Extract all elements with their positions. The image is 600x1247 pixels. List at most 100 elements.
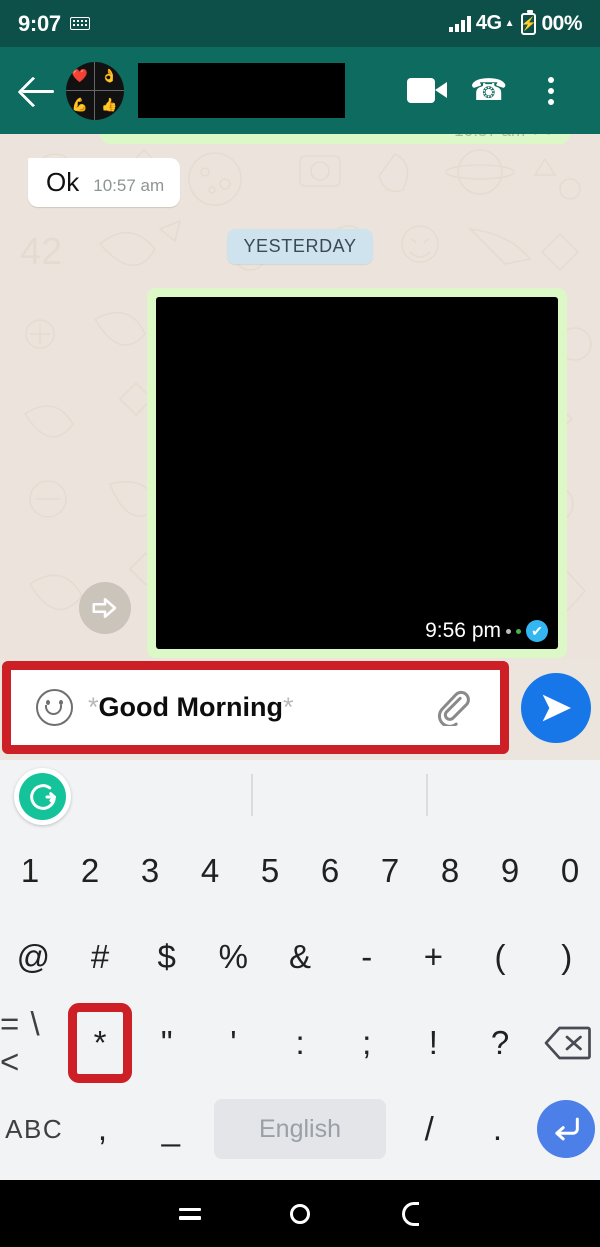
android-navigation-bar <box>0 1180 600 1247</box>
data-transfer-icon: ▲ <box>504 18 515 29</box>
key-9[interactable]: 9 <box>480 828 540 914</box>
contact-name-redacted[interactable] <box>138 63 345 118</box>
date-divider: YESTERDAY <box>0 229 600 264</box>
avatar-quadrant-1: ❤️ <box>66 61 95 91</box>
key-enter[interactable] <box>532 1086 600 1172</box>
key-comma[interactable]: , <box>68 1086 136 1172</box>
key-hyphen[interactable]: - <box>333 914 400 1000</box>
key-8[interactable]: 8 <box>420 828 480 914</box>
keyboard-symbol-row-1: @ # $ % & - + ( ) <box>0 914 600 1000</box>
message-input-text[interactable]: *Good Morning* <box>88 692 293 723</box>
chat-app-bar: ❤️ 👌 💪 👍 ☎ <box>0 47 600 134</box>
back-arrow-icon[interactable] <box>18 70 60 112</box>
attach-button[interactable] <box>434 688 472 728</box>
message-timestamp: 10:57 am <box>93 176 165 195</box>
key-hash[interactable]: # <box>67 914 134 1000</box>
enter-key-button[interactable] <box>536 1100 595 1158</box>
grammarly-icon <box>19 773 66 820</box>
grammarly-button[interactable] <box>14 768 71 825</box>
avatar-quadrant-3: 💪 <box>66 90 95 120</box>
date-divider-label: YESTERDAY <box>227 229 373 264</box>
chat-message-area[interactable]: 42 Ok 10:57 am YESTERDAY 9:56 pm ✔ <box>0 134 600 659</box>
message-text: Ok <box>46 167 80 197</box>
key-single-quote[interactable]: ' <box>200 1000 267 1086</box>
outgoing-image-message[interactable]: 9:56 pm ✔ <box>147 288 567 658</box>
key-at[interactable]: @ <box>0 914 67 1000</box>
video-call-icon <box>407 78 447 103</box>
asterisk-prefix: * <box>88 691 99 722</box>
keyboard-icon <box>69 17 90 30</box>
image-thumbnail[interactable]: 9:56 pm ✔ <box>156 297 558 649</box>
on-screen-keyboard[interactable]: 1 2 3 4 5 6 7 8 9 0 @ # $ % & - + ( ) = … <box>0 760 600 1180</box>
key-left-paren[interactable]: ( <box>467 914 534 1000</box>
network-type-label: 4G <box>475 12 502 34</box>
nav-back-icon <box>401 1201 419 1226</box>
more-options-icon <box>548 76 554 105</box>
status-bar-clock: 9:07 <box>18 10 61 36</box>
backspace-icon <box>544 1026 591 1060</box>
message-timestamp: 10:57 am <box>454 134 525 141</box>
key-6[interactable]: 6 <box>300 828 360 914</box>
key-asterisk[interactable]: * <box>67 1000 134 1086</box>
status-dot-1 <box>506 628 511 634</box>
key-colon[interactable]: : <box>267 1000 334 1086</box>
recents-icon <box>179 1207 201 1220</box>
key-percent[interactable]: % <box>200 914 267 1000</box>
status-dot-2 <box>516 628 521 634</box>
avatar-quadrant-4: 👍 <box>101 97 118 112</box>
key-exclamation[interactable]: ! <box>400 1000 467 1086</box>
emoji-icon[interactable] <box>36 688 73 726</box>
key-3[interactable]: 3 <box>120 828 180 914</box>
forward-arrow-icon <box>92 598 117 618</box>
forward-message-button[interactable] <box>79 582 131 634</box>
key-abc[interactable]: ABC <box>0 1086 68 1172</box>
video-call-button[interactable] <box>396 60 458 122</box>
asterisk-suffix: * <box>282 691 294 722</box>
read-receipt-icon: ✔✔ <box>531 134 558 141</box>
key-question[interactable]: ? <box>467 1000 534 1086</box>
suggestion-divider-1 <box>251 774 253 816</box>
suggestion-divider-2 <box>426 774 428 816</box>
key-slash[interactable]: / <box>395 1086 463 1172</box>
paperclip-icon <box>437 690 470 728</box>
key-asterisk-label: * <box>93 1024 107 1061</box>
outgoing-message-bubble-partial[interactable]: 10:57 am ✔✔ <box>100 134 570 144</box>
message-body-text: Good Morning <box>98 691 283 722</box>
status-bar: 9:07 4G ▲ ⚡ 00% <box>0 0 600 47</box>
key-alt-symbols[interactable]: = \ < <box>0 1000 67 1086</box>
message-input-row: *Good Morning* <box>0 659 600 760</box>
key-2[interactable]: 2 <box>60 828 120 914</box>
key-4[interactable]: 4 <box>180 828 240 914</box>
key-space[interactable]: English <box>205 1086 395 1172</box>
app-bar-actions: ☎ <box>396 60 582 122</box>
send-button[interactable] <box>521 673 591 743</box>
key-0[interactable]: 0 <box>540 828 600 914</box>
status-bar-right: 4G ▲ ⚡ 00% <box>449 9 582 36</box>
key-semicolon[interactable]: ; <box>333 1000 400 1086</box>
send-icon <box>542 694 571 722</box>
key-period[interactable]: . <box>463 1086 531 1172</box>
back-button[interactable] <box>355 1180 465 1247</box>
message-timestamp: 9:56 pm <box>425 619 501 642</box>
contact-avatar[interactable]: ❤️ 👌 💪 👍 <box>66 61 124 120</box>
phone-call-icon: ☎ <box>470 74 508 107</box>
key-ampersand[interactable]: & <box>267 914 334 1000</box>
battery-percent-label: 00% <box>541 11 582 35</box>
key-7[interactable]: 7 <box>360 828 420 914</box>
voice-call-button[interactable]: ☎ <box>458 60 520 122</box>
recents-button[interactable] <box>135 1180 245 1247</box>
key-right-paren[interactable]: ) <box>533 914 600 1000</box>
home-button[interactable] <box>245 1180 355 1247</box>
key-plus[interactable]: + <box>400 914 467 1000</box>
key-underscore[interactable]: _ <box>137 1086 205 1172</box>
more-options-button[interactable] <box>520 60 582 122</box>
incoming-message-bubble[interactable]: Ok 10:57 am <box>28 158 181 207</box>
keyboard-symbol-row-2: = \ < * " ' : ; ! ? <box>0 1000 600 1086</box>
message-input-field[interactable]: *Good Morning* <box>20 676 490 738</box>
key-5[interactable]: 5 <box>240 828 300 914</box>
key-double-quote[interactable]: " <box>133 1000 200 1086</box>
key-dollar[interactable]: $ <box>133 914 200 1000</box>
key-backspace[interactable] <box>533 1000 600 1086</box>
key-asterisk-highlight: * <box>68 1003 132 1083</box>
key-1[interactable]: 1 <box>0 828 60 914</box>
